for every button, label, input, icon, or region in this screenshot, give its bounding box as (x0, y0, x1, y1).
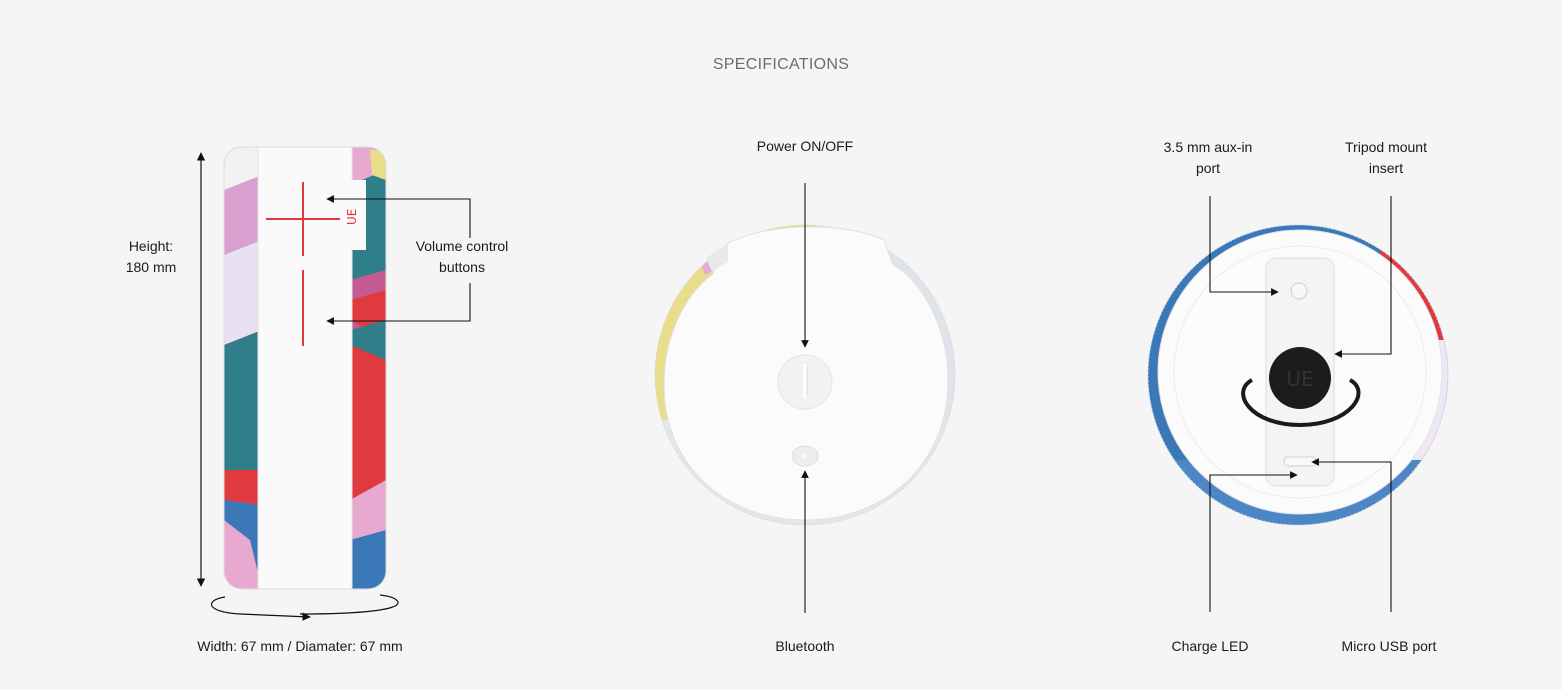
bluetooth-label: Bluetooth (775, 638, 835, 654)
micro-usb-port-icon (1283, 456, 1317, 467)
aux-port-icon (1290, 282, 1308, 300)
height-label: Height: 180 mm (110, 236, 192, 278)
volume-label-line2: buttons (439, 259, 485, 275)
bluetooth-button-icon (791, 445, 819, 467)
svg-text:UE: UE (345, 209, 359, 225)
speaker-side-image: UE (223, 146, 387, 590)
volume-label-line1: Volume control (415, 238, 509, 254)
height-label-line1: Height: (128, 238, 174, 254)
aux-label-line1: 3.5 mm aux-in (1163, 139, 1253, 155)
illustration-canvas: UE UE (196, 146, 1449, 621)
volume-control-label: Volume control buttons (406, 236, 518, 278)
width-rotation-arrow (210, 594, 399, 621)
tripod-label-line1: Tripod mount (1345, 139, 1427, 155)
speaker-bottom-image: UE (1147, 224, 1449, 526)
brand-logo-icon: UE (345, 180, 366, 250)
power-label: Power ON/OFF (756, 138, 854, 154)
tripod-mount-label: Tripod mount insert (1330, 137, 1442, 179)
aux-port-label: 3.5 mm aux-in port (1150, 137, 1266, 179)
charge-led-label: Charge LED (1171, 638, 1249, 654)
width-label: Width: 67 mm / Diamater: 67 mm (197, 638, 403, 654)
aux-label-line2: port (1195, 160, 1221, 176)
power-button-icon (777, 354, 833, 410)
micro-usb-label: Micro USB port (1341, 638, 1437, 654)
tripod-label-line2: insert (1368, 160, 1404, 176)
svg-text:UE: UE (1286, 367, 1313, 391)
speaker-top-image (654, 224, 956, 526)
height-label-line2: 180 mm (125, 259, 177, 275)
